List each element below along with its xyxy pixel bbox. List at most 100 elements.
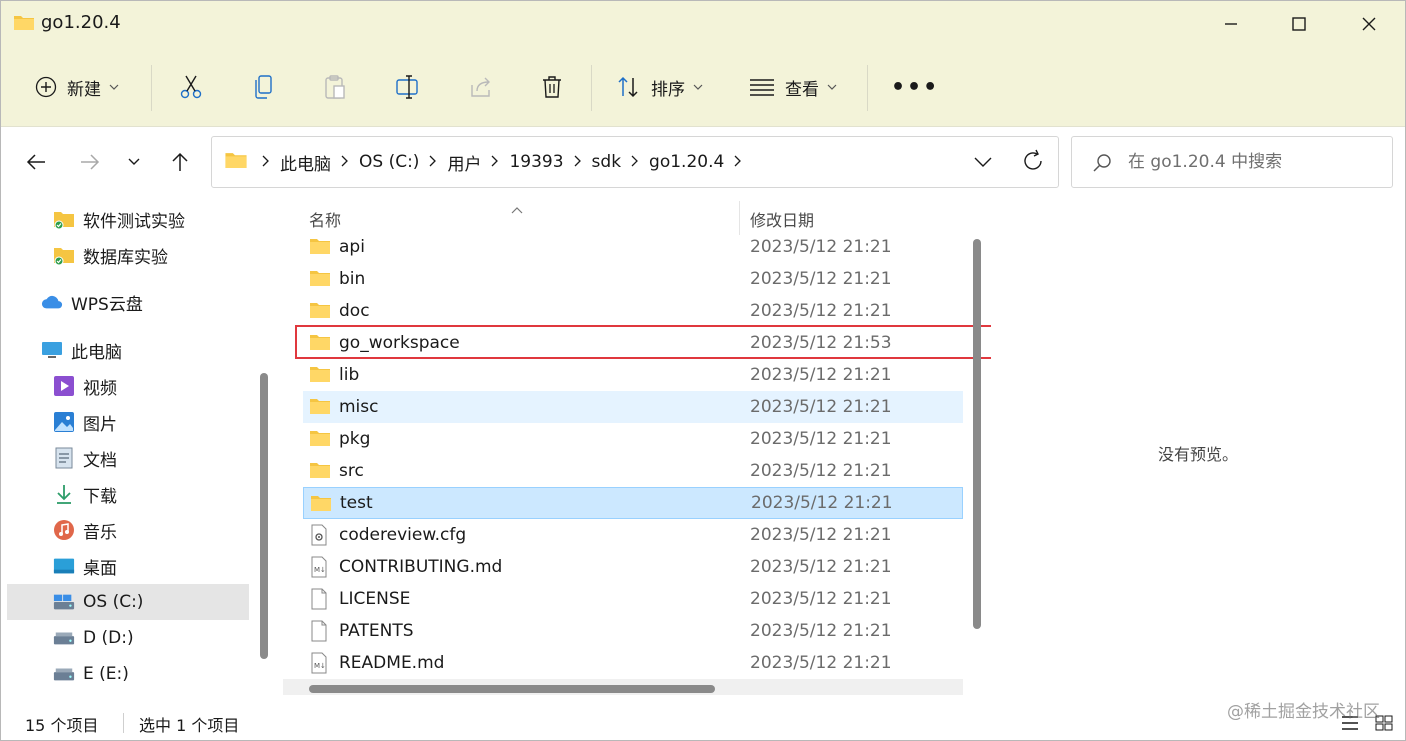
- column-divider[interactable]: [739, 201, 740, 235]
- sort-ascending-icon: [511, 199, 523, 218]
- file-name: LICENSE: [339, 589, 411, 609]
- file-row[interactable]: PATENTS 2023/5/12 21:21: [303, 615, 963, 647]
- breadcrumb-this-pc[interactable]: 此电脑: [280, 150, 331, 175]
- new-button[interactable]: 新建: [35, 69, 119, 105]
- file-modified-date: 2023/5/12 21:21: [750, 461, 892, 481]
- breadcrumb-users[interactable]: 用户: [447, 150, 481, 175]
- file-name: lib: [339, 365, 360, 385]
- maximize-button[interactable]: [1265, 1, 1333, 47]
- sidebar-item-database-lab[interactable]: 数据库实验: [53, 237, 253, 273]
- rename-button[interactable]: [395, 69, 421, 105]
- file-row[interactable]: LICENSE 2023/5/12 21:21: [303, 583, 963, 615]
- file-row[interactable]: test 2023/5/12 21:21: [303, 487, 963, 519]
- svg-text:M↓: M↓: [314, 662, 326, 670]
- share-button[interactable]: [469, 69, 493, 105]
- sort-icon: [618, 76, 638, 98]
- maximize-icon: [1292, 17, 1306, 31]
- file-row[interactable]: codereview.cfg 2023/5/12 21:21: [303, 519, 963, 551]
- cut-button[interactable]: [179, 69, 203, 105]
- file-row[interactable]: doc 2023/5/12 21:21: [303, 295, 963, 327]
- sidebar-item-documents[interactable]: 文档: [53, 440, 253, 476]
- sidebar-item-this-pc[interactable]: 此电脑: [41, 332, 253, 368]
- download-icon: [53, 483, 75, 505]
- item-count: 15 个项目: [25, 716, 99, 735]
- selected-count: 选中 1 个项目: [139, 716, 240, 735]
- computer-icon: [41, 339, 63, 361]
- more-icon: •••: [891, 74, 940, 100]
- music-icon: [53, 519, 75, 541]
- up-button[interactable]: [165, 147, 195, 177]
- folder-icon: [309, 300, 331, 322]
- column-header-name[interactable]: 名称: [309, 207, 341, 231]
- sidebar-item-wps-cloud[interactable]: WPS云盘: [41, 284, 253, 320]
- file-row[interactable]: api 2023/5/12 21:21: [303, 231, 963, 263]
- file-row[interactable]: lib 2023/5/12 21:21: [303, 359, 963, 391]
- file-row[interactable]: bin 2023/5/12 21:21: [303, 263, 963, 295]
- file-modified-date: 2023/5/12 21:21: [750, 557, 892, 577]
- breadcrumb-current[interactable]: go1.20.4: [649, 152, 724, 172]
- file-modified-date: 2023/5/12 21:21: [750, 429, 892, 449]
- copy-button[interactable]: [253, 69, 275, 105]
- sidebar-item-pictures[interactable]: 图片: [53, 404, 253, 440]
- trash-icon: [543, 76, 561, 98]
- sort-button[interactable]: 排序: [617, 69, 703, 105]
- arrow-up-icon: [172, 152, 188, 171]
- file-name: codereview.cfg: [339, 525, 467, 545]
- back-button[interactable]: [21, 147, 51, 177]
- chevron-down-icon: [693, 84, 703, 90]
- sidebar-item-os-c[interactable]: OS (C:): [7, 584, 249, 620]
- sidebar-item-software-test[interactable]: 软件测试实验: [53, 201, 253, 237]
- minimize-icon: [1225, 23, 1237, 25]
- file-row[interactable]: M↓ README.md 2023/5/12 21:21: [303, 647, 963, 679]
- paste-button[interactable]: [323, 69, 347, 105]
- view-button[interactable]: 查看: [749, 69, 837, 105]
- sidebar-item-e-drive[interactable]: E (E:): [53, 656, 253, 692]
- sidebar-item-d-drive[interactable]: D (D:): [53, 620, 253, 656]
- sidebar-item-desktop[interactable]: 桌面: [53, 548, 253, 584]
- address-history-dropdown[interactable]: [974, 151, 992, 177]
- breadcrumb-user[interactable]: 19393: [509, 152, 563, 172]
- sidebar-item-music[interactable]: 音乐: [53, 512, 253, 548]
- breadcrumb-sdk[interactable]: sdk: [592, 152, 622, 172]
- file-list-scrollbar-thumb[interactable]: [973, 239, 981, 629]
- horizontal-scrollbar-thumb[interactable]: [309, 685, 715, 693]
- sidebar-item-videos[interactable]: 视频: [53, 368, 253, 404]
- watermark: @稀土掘金技术社区: [1227, 702, 1380, 722]
- forward-button[interactable]: [75, 147, 105, 177]
- refresh-button[interactable]: [1022, 149, 1044, 177]
- file-name: src: [339, 461, 364, 481]
- breadcrumb-os-c[interactable]: OS (C:): [359, 152, 419, 172]
- more-options-button[interactable]: •••: [891, 69, 939, 105]
- markdown-file-icon: M↓: [309, 556, 331, 578]
- search-box[interactable]: [1071, 136, 1393, 188]
- file-row[interactable]: M↓ CONTRIBUTING.md 2023/5/12 21:21: [303, 551, 963, 583]
- close-button[interactable]: [1335, 1, 1403, 47]
- file-row[interactable]: src 2023/5/12 21:21: [303, 455, 963, 487]
- recent-locations-button[interactable]: [119, 147, 149, 177]
- sidebar-item-downloads[interactable]: 下载: [53, 476, 253, 512]
- title-bar[interactable]: go1.20.4: [1, 1, 1405, 47]
- file-row[interactable]: misc 2023/5/12 21:21: [303, 391, 963, 423]
- delete-button[interactable]: [541, 69, 563, 105]
- chevron-down-icon: [827, 84, 837, 90]
- chevron-down-icon: [109, 84, 119, 90]
- file-icon: [309, 588, 331, 610]
- preview-pane: 没有预览。: [991, 197, 1405, 703]
- search-input[interactable]: [1128, 147, 1378, 177]
- sidebar-scrollbar-thumb[interactable]: [260, 373, 268, 659]
- sidebar-item-label: 下载: [83, 486, 117, 507]
- file-name: go_workspace: [339, 333, 460, 353]
- minimize-button[interactable]: [1197, 1, 1265, 47]
- file-modified-date: 2023/5/12 21:21: [750, 301, 892, 321]
- address-bar[interactable]: 此电脑 OS (C:) 用户 19393 sdk go1.20.4: [211, 136, 1059, 188]
- new-label: 新建: [67, 79, 101, 100]
- folder-icon: [310, 493, 332, 515]
- sidebar-item-label: WPS云盘: [71, 294, 143, 315]
- scissors-icon: [180, 75, 202, 99]
- status-bar: 15 个项目 选中 1 个项目: [1, 703, 1405, 740]
- column-header-modified[interactable]: 修改日期: [750, 207, 814, 231]
- file-row[interactable]: pkg 2023/5/12 21:21: [303, 423, 963, 455]
- file-row[interactable]: go_workspace 2023/5/12 21:53: [295, 325, 995, 359]
- chevron-right-icon: [491, 152, 499, 172]
- arrow-right-icon: [81, 154, 100, 170]
